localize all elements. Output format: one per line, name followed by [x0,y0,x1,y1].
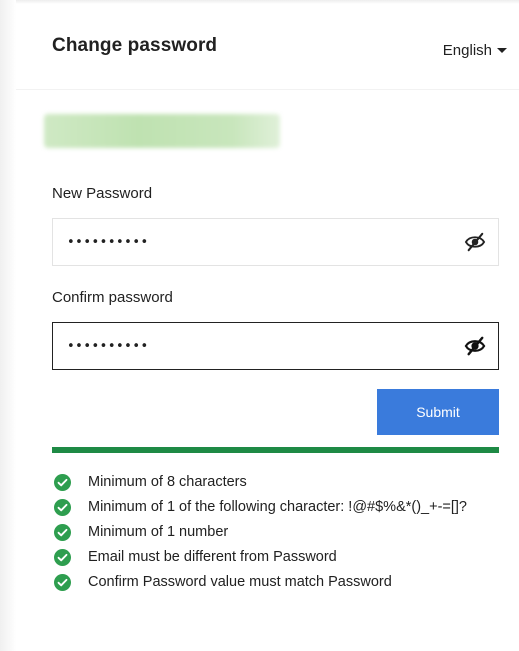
new-password-field-wrapper [52,218,499,266]
page: Change password English New Password Con… [0,0,519,651]
rule-item: Minimum of 1 of the following character:… [54,495,467,519]
password-strength-fill [52,447,499,453]
check-circle-icon [54,523,71,541]
rule-text: Email must be different from Password [88,549,337,565]
page-title: Change password [52,35,218,56]
eye-slash-icon[interactable] [464,336,486,356]
check-circle-icon [54,498,71,516]
language-label: English [442,42,492,59]
rule-item: Minimum of 8 characters [54,470,467,494]
change-password-card: Change password English New Password Con… [16,4,519,651]
left-shadow [0,0,16,651]
confirm-password-label: Confirm password [52,289,173,306]
new-password-input[interactable] [67,219,447,265]
confirm-password-input[interactable] [67,323,447,369]
password-strength-bar [52,447,499,453]
rule-item: Email must be different from Password [54,545,467,569]
rule-text: Minimum of 1 number [88,524,229,540]
language-selector[interactable]: English [443,42,507,59]
submit-button[interactable]: Submit [377,389,499,435]
confirm-password-field-wrapper [52,322,499,370]
password-rules-list: Minimum of 8 characters Minimum of 1 of … [54,470,467,595]
eye-slash-icon[interactable] [464,232,486,252]
blurred-email [44,114,280,148]
caret-down-icon [497,48,507,53]
rule-text: Minimum of 8 characters [88,474,247,490]
check-circle-icon [54,473,71,491]
rule-item: Confirm Password value must match Passwo… [54,570,467,594]
rule-text: Confirm Password value must match Passwo… [88,574,392,590]
new-password-label: New Password [52,185,153,202]
check-circle-icon [54,573,71,591]
rule-item: Minimum of 1 number [54,520,467,544]
rule-text: Minimum of 1 of the following character:… [88,499,467,515]
check-circle-icon [54,548,71,566]
card-header: Change password English [16,4,519,90]
